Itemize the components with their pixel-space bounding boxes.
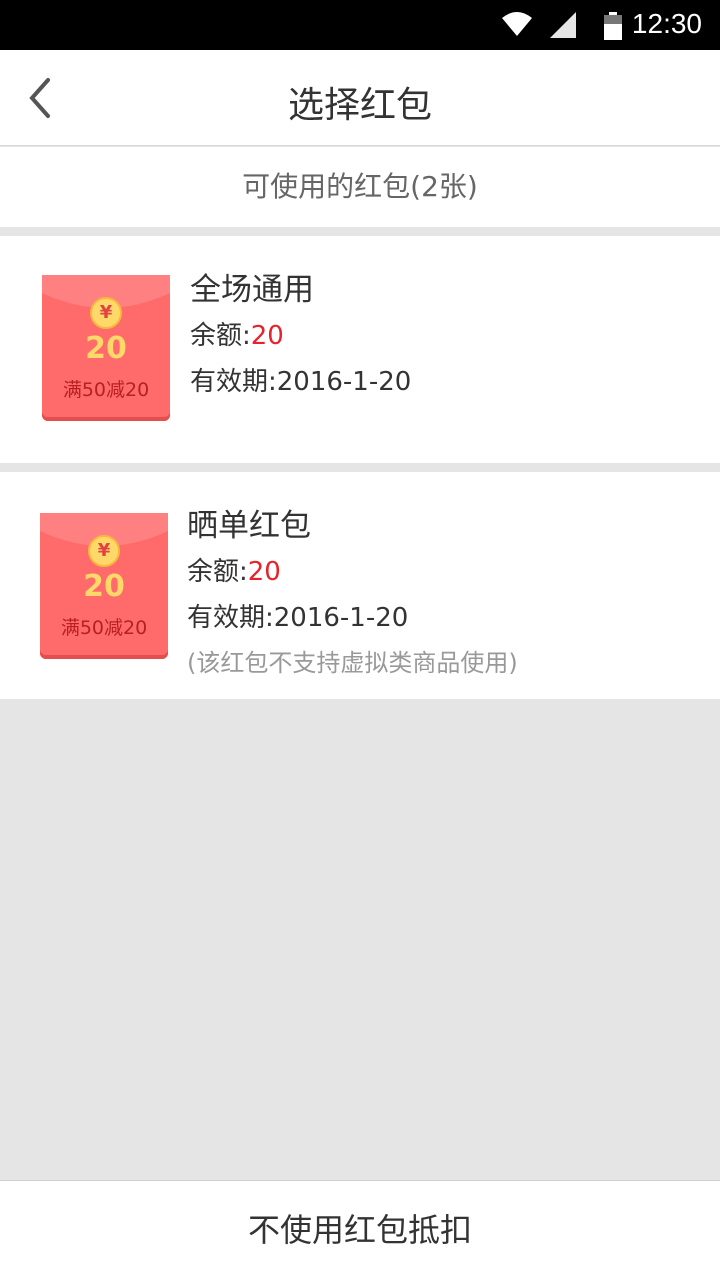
coupon-restriction-note: (该红包不支持虚拟类商品使用) — [187, 649, 518, 677]
red-envelope-badge: ¥ 20 满50减20 — [40, 513, 168, 659]
coupon-card[interactable]: ¥ 20 满50减20 晒单红包 余额:20 有效期:2016-1-20 (该红… — [0, 472, 720, 699]
red-envelope-badge: ¥ 20 满50减20 — [42, 275, 170, 421]
coupon-balance: 余额:20 — [187, 549, 518, 595]
coupon-info: 晒单红包 余额:20 有效期:2016-1-20 (该红包不支持虚拟类商品使用) — [187, 503, 518, 685]
coupon-name: 全场通用 — [190, 272, 314, 308]
yuan-coin-icon: ¥ — [88, 535, 120, 567]
coupon-name: 晒单红包 — [187, 508, 311, 544]
coupon-validity: 有效期:2016-1-20 — [187, 603, 409, 633]
wifi-icon — [502, 12, 532, 36]
battery-icon — [604, 12, 622, 40]
status-bar: 12:30 — [0, 0, 720, 50]
badge-condition: 满50减20 — [60, 617, 148, 639]
coupon-validity: 有效期:2016-1-20 — [190, 367, 412, 397]
signal-icon — [550, 12, 576, 38]
badge-amount: 20 — [83, 569, 125, 604]
coupon-card[interactable]: ¥ 20 满50减20 全场通用 余额:20 有效期:2016-1-20 — [0, 236, 720, 463]
yuan-coin-icon: ¥ — [90, 297, 122, 329]
balance-label: 余额: — [190, 321, 251, 351]
coupon-balance: 余额:20 — [190, 313, 411, 359]
no-coupon-button[interactable]: 不使用红包抵扣 — [0, 1180, 720, 1280]
balance-label: 余额: — [187, 557, 248, 587]
coupon-info: 全场通用 余额:20 有效期:2016-1-20 — [190, 267, 411, 405]
badge-amount: 20 — [85, 331, 127, 366]
status-time: 12:30 — [631, 8, 702, 39]
page-title: 选择红包 — [287, 85, 432, 126]
balance-value: 20 — [247, 557, 281, 587]
available-count-label: 可使用的红包(2张) — [0, 147, 720, 227]
badge-condition: 满50减20 — [62, 379, 150, 401]
balance-value: 20 — [250, 321, 284, 351]
nav-bar: 选择红包 — [0, 50, 720, 146]
